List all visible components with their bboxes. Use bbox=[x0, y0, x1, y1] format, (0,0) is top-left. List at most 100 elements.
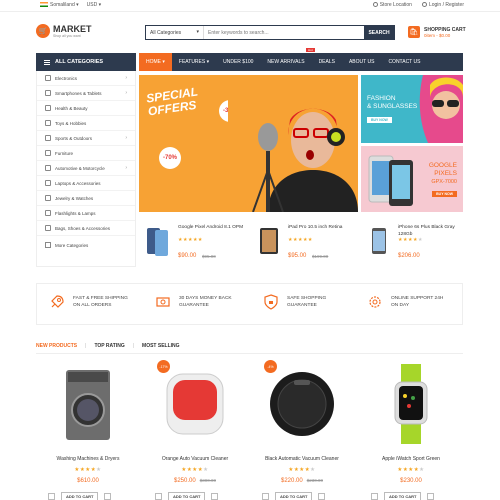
nav-contact-us[interactable]: CONTACT US bbox=[381, 53, 427, 71]
sidebar-item-electronics[interactable]: Electronics › bbox=[37, 71, 135, 86]
flashlight-icon bbox=[45, 210, 51, 216]
category-select[interactable]: All Categories bbox=[146, 26, 204, 39]
wishlist-icon[interactable] bbox=[48, 493, 55, 500]
fashion-banner-title: FASHION & SUNGLASSES bbox=[367, 95, 417, 111]
rating-empty-star: ★ bbox=[96, 467, 102, 473]
product-actions: ADD TO CART bbox=[262, 492, 326, 500]
nav-home[interactable]: HOME ▾ bbox=[139, 53, 172, 71]
mini-product[interactable]: iPhone 6s Plus Black Gray 128Gb ★★★★★ $2… bbox=[360, 222, 468, 264]
rating-stars: ★★★★★ bbox=[359, 467, 463, 473]
laptop-icon bbox=[45, 180, 51, 186]
all-categories-button[interactable]: ALL CATEGORIES bbox=[36, 53, 136, 71]
health-icon bbox=[45, 105, 51, 111]
product-price: $610.00 bbox=[36, 478, 140, 484]
sidebar-item-furniture[interactable]: Furniture bbox=[37, 146, 135, 161]
wishlist-icon[interactable] bbox=[155, 493, 162, 500]
tab-top-rating[interactable]: TOP RATING bbox=[94, 343, 124, 349]
toys-icon bbox=[45, 120, 51, 126]
mini-product-price: $90.00 bbox=[178, 253, 197, 259]
sidebar-item-smartphones[interactable]: Smartphones & Tablets › bbox=[37, 86, 135, 101]
category-sidebar: Electronics › Smartphones & Tablets › Heal… bbox=[36, 71, 136, 267]
sidebar-item-toys[interactable]: Toys & Hobbies bbox=[37, 116, 135, 131]
rating-empty-star: ★ bbox=[417, 237, 423, 243]
product-actions: ADD TO CART bbox=[371, 492, 435, 500]
feature-subtitle: ON DAY bbox=[391, 303, 410, 308]
tab-most-selling[interactable]: MOST SELLING bbox=[142, 343, 180, 349]
site-logo[interactable]: 🛒 MARKET Shop all you want bbox=[36, 24, 92, 38]
add-to-cart-button[interactable]: ADD TO CART bbox=[61, 492, 99, 500]
wishlist-icon[interactable] bbox=[262, 493, 269, 500]
store-location-link[interactable]: Store Location bbox=[372, 2, 412, 8]
mini-product-old-price: $95.00 bbox=[202, 254, 216, 259]
sidebar-item-bags[interactable]: Bags, Shoes & Accessories bbox=[37, 221, 135, 236]
rating-empty-star: ★ bbox=[203, 467, 209, 473]
sidebar-item-label: Laptops & Accessories bbox=[55, 180, 101, 186]
phone-image bbox=[147, 228, 168, 256]
nav-label: FEATURES bbox=[178, 59, 206, 65]
product-card[interactable]: -4% Black Automatic Vacuum Cleaner ★★★★★… bbox=[250, 358, 354, 500]
sidebar-item-sports[interactable]: Sports & Outdoors › bbox=[37, 131, 135, 146]
wishlist-icon[interactable] bbox=[371, 493, 378, 500]
feature-title: FAST & FREE SHIPPING bbox=[73, 296, 128, 301]
product-actions: ADD TO CART bbox=[155, 492, 219, 500]
tab-separator: | bbox=[85, 343, 87, 349]
furniture-icon bbox=[45, 150, 51, 156]
google-pixel-banner[interactable]: GOOGLE PIXELS GPX-7000 BUY NOW bbox=[361, 146, 463, 212]
rating-stars: ★★★★★ bbox=[36, 467, 140, 473]
nav-label: ABOUT US bbox=[348, 59, 375, 65]
product-card[interactable]: -17% Orange Auto Vacuum Cleaner ★★★★★ $2… bbox=[143, 358, 247, 500]
search-input[interactable] bbox=[204, 26, 364, 39]
buy-now-button[interactable]: BUY NOW bbox=[432, 191, 457, 197]
product-name: Black Automatic Vacuum Cleaner bbox=[265, 456, 339, 462]
tab-divider bbox=[36, 353, 463, 354]
cart-title: SHOPPING CART bbox=[424, 26, 466, 33]
nav-deals[interactable]: DEALS bbox=[312, 53, 342, 71]
sidebar-item-automotive[interactable]: Automotive & Motorcycle › bbox=[37, 161, 135, 176]
rating-filled: ★★★★ bbox=[288, 467, 311, 473]
search-button[interactable]: SEARCH bbox=[364, 26, 394, 39]
compare-icon[interactable] bbox=[104, 493, 112, 500]
cart-logo-icon: 🛒 bbox=[36, 24, 50, 38]
hero-banner[interactable]: SPECIALOFFERS -30% -70% bbox=[139, 75, 358, 212]
country-selector[interactable]: Somaliland ▾ bbox=[40, 2, 79, 8]
add-to-cart-button[interactable]: ADD TO CART bbox=[275, 492, 313, 500]
nav-features[interactable]: FEATURES ▾ bbox=[172, 53, 216, 71]
compare-icon[interactable] bbox=[211, 493, 219, 500]
mini-product-name: iPhone 6s Plus Black Gray 128Gb bbox=[398, 225, 455, 237]
product-price: $230.00 bbox=[359, 478, 463, 484]
compare-icon[interactable] bbox=[427, 493, 435, 500]
washing-machine-image bbox=[66, 370, 110, 440]
smartphone-icon bbox=[45, 90, 51, 96]
login-link[interactable]: Login / Register bbox=[421, 2, 464, 8]
rating-stars: ★★★★★ bbox=[178, 237, 203, 243]
banner-title-line: & SUNGLASSES bbox=[367, 103, 418, 110]
sidebar-item-laptops[interactable]: Laptops & Accessories bbox=[37, 176, 135, 191]
mini-product[interactable]: Google Pixel Android 8.1 OPM ★★★★★ $90.0… bbox=[140, 222, 248, 264]
logo-tagline: Shop all you want bbox=[53, 33, 81, 38]
more-categories-link[interactable]: More Categories bbox=[37, 236, 135, 254]
main-nav: HOME ▾ FEATURES ▾ UNDER $100 NEW ARRIVAL… bbox=[139, 53, 463, 71]
fashion-banner[interactable]: FASHION & SUNGLASSES BUY NOW bbox=[361, 75, 463, 143]
tab-new-products[interactable]: NEW PRODUCTS bbox=[36, 343, 77, 349]
nav-under-100[interactable]: UNDER $100 bbox=[216, 53, 260, 71]
sidebar-item-label: Jewelry & Watches bbox=[55, 195, 94, 201]
nav-new-arrivals[interactable]: NEW ARRIVALS bbox=[260, 53, 311, 71]
shopping-cart[interactable]: 🛍 SHOPPING CART 0item - $0.00 bbox=[408, 26, 466, 38]
sidebar-item-jewelry[interactable]: Jewelry & Watches bbox=[37, 191, 135, 206]
mini-product[interactable]: iPad Pro 10.5 inch Retina ★★★★★ $95.00 $… bbox=[250, 222, 358, 264]
sidebar-item-label: Flashlights & Lamps bbox=[55, 210, 96, 216]
currency-selector[interactable]: USD ▾ bbox=[87, 2, 101, 8]
banner-title-line: FASHION bbox=[367, 95, 396, 102]
user-icon bbox=[421, 2, 427, 8]
compare-icon[interactable] bbox=[318, 493, 326, 500]
sidebar-item-health-beauty[interactable]: Health & Beauty bbox=[37, 101, 135, 116]
add-to-cart-button[interactable]: ADD TO CART bbox=[168, 492, 206, 500]
product-card[interactable]: Washing Machines & Dryers ★★★★★ $610.00 … bbox=[36, 358, 140, 500]
black-vacuum-image bbox=[270, 372, 334, 436]
add-to-cart-button[interactable]: ADD TO CART bbox=[384, 492, 422, 500]
chevron-right-icon: › bbox=[125, 135, 127, 141]
buy-now-button[interactable]: BUY NOW bbox=[367, 117, 392, 123]
nav-about-us[interactable]: ABOUT US bbox=[342, 53, 381, 71]
product-card[interactable]: Apple iWatch Sport Green ★★★★★ $230.00 A… bbox=[359, 358, 463, 500]
sidebar-item-flashlights[interactable]: Flashlights & Lamps bbox=[37, 206, 135, 221]
